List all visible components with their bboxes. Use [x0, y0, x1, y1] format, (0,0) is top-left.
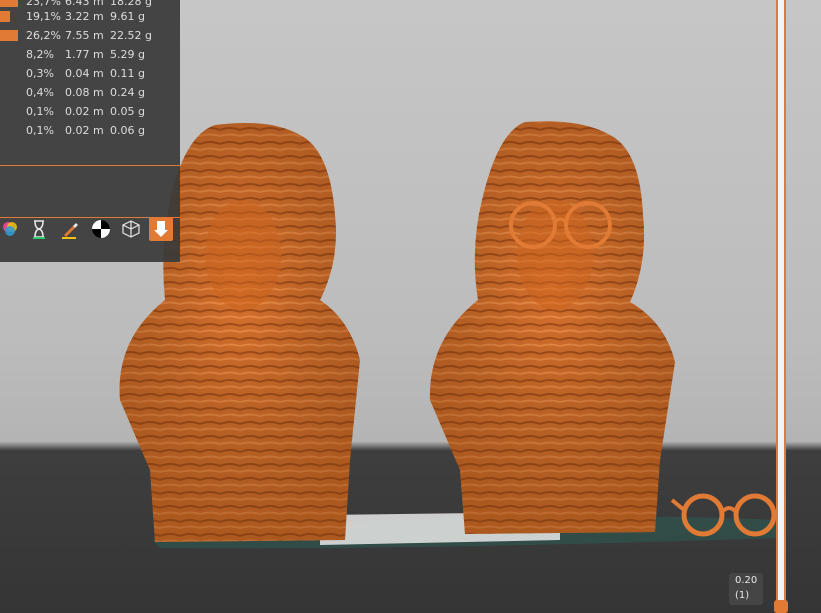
legend-length: 0.04 m [65, 67, 104, 80]
legend-percent: 0,1% [26, 124, 54, 137]
legend-weight: 0.24 g [110, 86, 145, 99]
contrast-icon[interactable] [89, 217, 113, 241]
legend-row: 0,1% 0.02 m 0.05 g [0, 102, 180, 121]
color-palette-icon[interactable] [0, 217, 22, 241]
wireframe-cube-icon[interactable] [119, 217, 143, 241]
view-toolbar [0, 211, 178, 247]
legend-weight: 0.05 g [110, 105, 145, 118]
legend-swatch [0, 30, 18, 41]
layer-readout: 0.20 (1) [729, 573, 763, 605]
legend-swatch [0, 11, 10, 22]
3d-viewport[interactable]: 23,7% 6.43 m 18.28 g 19,1% 3.22 m 9.61 g… [0, 0, 821, 613]
layer-number-value: (1) [735, 590, 750, 601]
legend-panel: 23,7% 6.43 m 18.28 g 19,1% 3.22 m 9.61 g… [0, 0, 180, 262]
legend-percent: 8,2% [26, 48, 54, 61]
legend-length: 0.02 m [65, 124, 104, 137]
legend-row: 0,4% 0.08 m 0.24 g [0, 83, 180, 102]
legend-weight: 9.61 g [110, 10, 145, 23]
legend-length: 7.55 m [65, 29, 104, 42]
legend-length: 0.02 m [65, 105, 104, 118]
legend-length: 3.22 m [65, 10, 104, 23]
legend-weight: 22.52 g [110, 29, 152, 42]
legend-swatch [0, 0, 18, 7]
legend-row: 19,1% 3.22 m 9.61 g [0, 7, 180, 26]
legend-length: 1.77 m [65, 48, 104, 61]
layer-slider-track[interactable] [776, 0, 786, 613]
legend-length: 0.08 m [65, 86, 104, 99]
legend-weight: 0.11 g [110, 67, 145, 80]
hourglass-icon[interactable] [27, 217, 51, 241]
legend-weight: 5.29 g [110, 48, 145, 61]
legend-percent: 0,1% [26, 105, 54, 118]
legend-divider [0, 165, 180, 166]
legend-row: 8,2% 1.77 m 5.29 g [0, 45, 180, 64]
right-bust-model [429, 121, 675, 534]
legend-row: 26,2% 7.55 m 22.52 g [0, 26, 180, 45]
legend-percent: 19,1% [26, 10, 61, 23]
layer-height-value: 0.20 [735, 575, 758, 586]
legend-percent: 26,2% [26, 29, 61, 42]
legend-percent: 0,4% [26, 86, 54, 99]
legend-row: 0,1% 0.02 m 0.06 g [0, 121, 180, 140]
paint-brush-icon[interactable] [58, 217, 82, 241]
arrow-down-icon[interactable] [149, 217, 173, 241]
layer-slider-handle[interactable] [774, 600, 788, 613]
legend-weight: 0.06 g [110, 124, 145, 137]
legend-percent: 0,3% [26, 67, 54, 80]
legend-row: 0,3% 0.04 m 0.11 g [0, 64, 180, 83]
